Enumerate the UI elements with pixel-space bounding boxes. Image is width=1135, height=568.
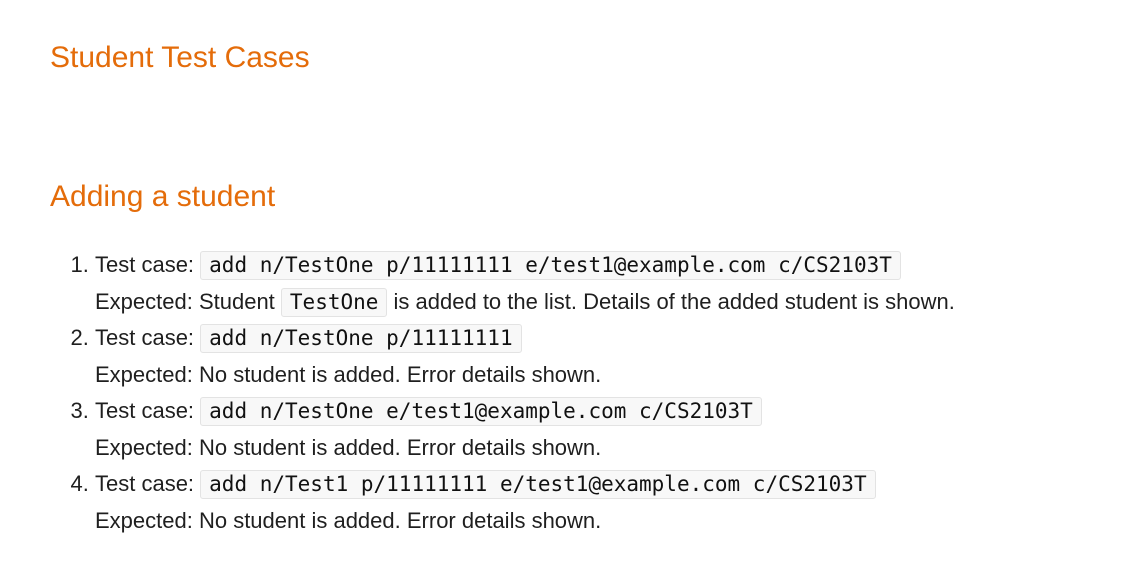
list-item: Test case: add n/TestOne e/test1@example… [95, 393, 955, 466]
student-name-code: TestOne [280, 287, 388, 317]
test-case-line: Test case: add n/Test1 p/11111111 e/test… [95, 466, 955, 503]
test-case-line: Test case: add n/TestOne p/11111111 [95, 320, 955, 357]
test-case-label: Test case: [95, 325, 201, 350]
test-case-line: Test case: add n/TestOne e/test1@example… [95, 393, 955, 430]
command-code: add n/TestOne e/test1@example.com c/CS21… [200, 397, 762, 426]
expected-text-start: Expected: Student [95, 288, 281, 314]
expected-line: Expected: No student is added. Error det… [95, 361, 602, 387]
list-item: Test case: add n/TestOne p/11111111 Expe… [95, 320, 955, 393]
test-case-label: Test case: [95, 252, 201, 277]
test-case-label: Test case: [95, 398, 201, 423]
page-title: Student Test Cases [50, 41, 310, 74]
test-case-label: Test case: [95, 471, 201, 496]
expected-line: Expected: Student TestOne is added to th… [95, 284, 955, 321]
list-item: Test case: add n/TestOne p/11111111 e/te… [95, 247, 955, 320]
test-case-list: Test case: add n/TestOne p/11111111 e/te… [50, 247, 955, 539]
expected-text-end: is added to the list. Details of the add… [387, 288, 955, 314]
section-heading: Adding a student [50, 180, 276, 213]
expected-line: Expected: No student is added. Error det… [95, 434, 602, 460]
list-item: Test case: add n/Test1 p/11111111 e/test… [95, 466, 955, 539]
command-code: add n/TestOne p/11111111 e/test1@example… [200, 251, 901, 280]
command-code: add n/TestOne p/11111111 [200, 324, 522, 353]
test-case-line: Test case: add n/TestOne p/11111111 e/te… [95, 247, 955, 284]
command-code: add n/Test1 p/11111111 e/test1@example.c… [200, 470, 876, 499]
expected-line: Expected: No student is added. Error det… [95, 507, 602, 533]
